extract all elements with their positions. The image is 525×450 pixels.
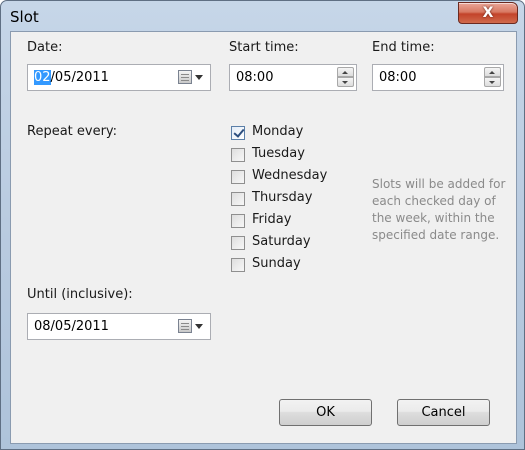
repeat-every-label: Repeat every: xyxy=(27,124,118,139)
end-time-value: 08:00 xyxy=(379,70,417,85)
checkbox-box[interactable] xyxy=(231,214,245,228)
ok-button[interactable]: OK xyxy=(279,399,372,426)
calendar-icon xyxy=(178,319,192,333)
checkbox-label: Friday xyxy=(252,212,292,227)
until-calendar-dropdown[interactable] xyxy=(178,318,206,336)
start-time-label: Start time: xyxy=(229,40,299,55)
close-button[interactable]: X xyxy=(458,2,518,24)
end-time-label: End time: xyxy=(372,40,435,55)
end-time-field[interactable]: 08:00 xyxy=(372,64,504,91)
start-time-value: 08:00 xyxy=(236,70,274,85)
start-time-field[interactable]: 08:00 xyxy=(229,64,357,91)
checkbox-label: Thursday xyxy=(252,190,313,205)
checkbox-label: Monday xyxy=(252,124,304,139)
checkbox-box[interactable] xyxy=(231,170,245,184)
spin-up-icon[interactable] xyxy=(337,67,354,77)
checkbox-box[interactable] xyxy=(231,126,245,140)
title-bar: Slot X xyxy=(1,1,524,31)
date-label: Date: xyxy=(27,40,63,55)
close-icon: X xyxy=(482,5,494,21)
checkbox-label: Wednesday xyxy=(252,168,328,183)
cancel-button[interactable]: Cancel xyxy=(397,399,490,426)
calendar-icon xyxy=(178,70,192,84)
end-time-spinner xyxy=(484,67,501,88)
until-label: Until (inclusive): xyxy=(27,287,133,302)
date-value-rest: /05/2011 xyxy=(50,70,109,85)
spin-down-icon[interactable] xyxy=(484,77,501,87)
chevron-down-icon xyxy=(195,75,203,80)
checkbox-label: Saturday xyxy=(252,234,311,249)
slot-dialog: Slot X Date: 02/05/2011 Start time: 08:0… xyxy=(0,0,525,450)
repeat-hint-text: Slots will be added for each checked day… xyxy=(372,177,506,242)
checkbox-box[interactable] xyxy=(231,258,245,272)
window-title: Slot xyxy=(10,8,39,26)
date-day-selection: 02 xyxy=(34,70,51,85)
date-value[interactable]: 02/05/2011 xyxy=(34,70,109,85)
spin-up-icon[interactable] xyxy=(484,67,501,77)
dialog-client-area: Date: 02/05/2011 Start time: 08:00 End t… xyxy=(10,31,517,444)
date-picker[interactable]: 02/05/2011 xyxy=(27,64,211,91)
checkbox-box[interactable] xyxy=(231,148,245,162)
start-time-spinner xyxy=(337,67,354,88)
spin-down-icon[interactable] xyxy=(337,77,354,87)
date-calendar-dropdown[interactable] xyxy=(178,69,206,87)
until-date-picker[interactable]: 08/05/2011 xyxy=(27,313,211,340)
checkbox-box[interactable] xyxy=(231,192,245,206)
checkbox-label: Tuesday xyxy=(252,146,305,161)
checkbox-box[interactable] xyxy=(231,236,245,250)
chevron-down-icon xyxy=(195,324,203,329)
checkbox-label: Sunday xyxy=(252,256,301,271)
until-date-value: 08/05/2011 xyxy=(34,319,109,334)
